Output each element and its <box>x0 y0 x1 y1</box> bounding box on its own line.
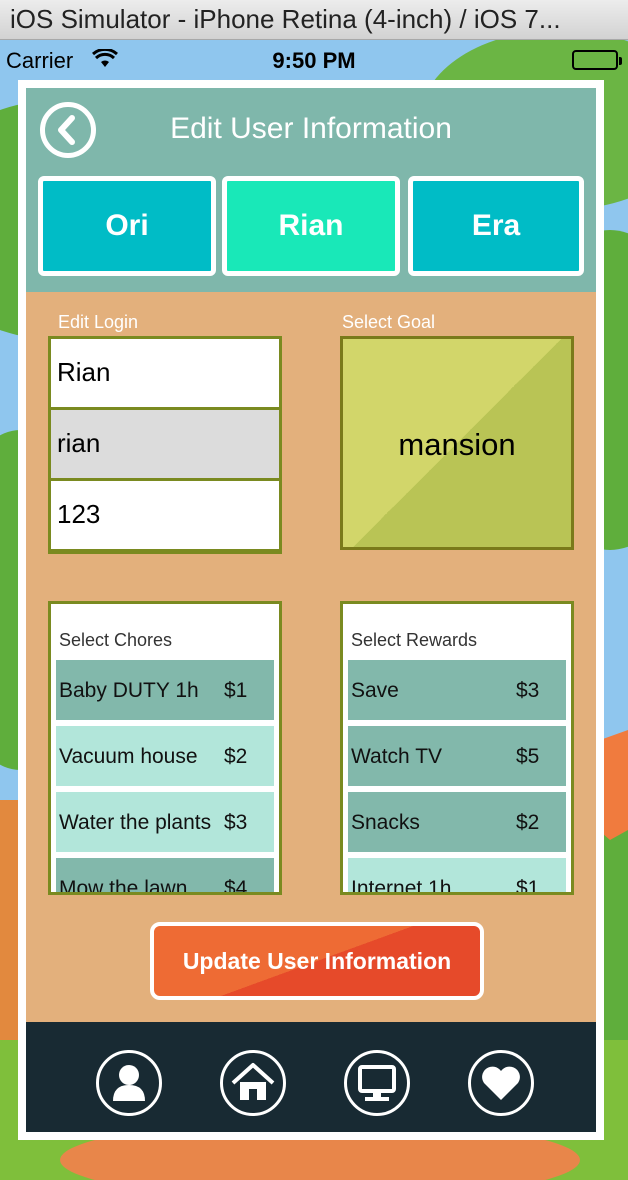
chore-price: $1 <box>224 679 248 702</box>
reward-row[interactable]: Snacks $2 <box>348 792 566 852</box>
goal-value: mansion <box>398 427 516 462</box>
edit-login-label: Edit Login <box>58 312 139 332</box>
select-goal-label: Select Goal <box>342 312 436 332</box>
reward-price: $5 <box>516 745 540 768</box>
page-title: Edit User Information <box>170 112 452 145</box>
chore-row[interactable]: Water the plants $3 <box>56 792 274 852</box>
chore-row[interactable]: Vacuum house $2 <box>56 726 274 786</box>
simulator-title-bar: iOS Simulator - iPhone Retina (4-inch) /… <box>0 0 628 40</box>
panel-content: Edit User Information Ori Rian Era Edit … <box>26 88 596 1132</box>
simulator-title: iOS Simulator - iPhone Retina (4-inch) /… <box>10 4 561 34</box>
nav-computer-button[interactable] <box>344 1050 410 1116</box>
reward-price: $3 <box>516 679 540 702</box>
nav-home-button[interactable] <box>220 1050 286 1116</box>
chore-name: Water the plants <box>59 811 212 834</box>
user-tab-rian[interactable]: Rian <box>222 176 400 276</box>
status-bar: Carrier 9:50 PM <box>0 40 628 80</box>
login-fields: Rian rian 123 <box>48 336 282 554</box>
reward-row[interactable]: Save $3 <box>348 660 566 720</box>
edit-user-panel: Edit User Information Ori Rian Era Edit … <box>18 80 604 1140</box>
nav-profile-button[interactable] <box>96 1050 162 1116</box>
battery-icon <box>572 50 622 70</box>
user-tab-era[interactable]: Era <box>408 176 584 276</box>
chore-price: $3 <box>224 811 248 834</box>
reward-price: $1 <box>516 877 540 895</box>
chores-list[interactable]: Select Chores Baby DUTY 1h $1 Vacuum hou… <box>48 601 282 895</box>
chore-price: $2 <box>224 745 248 768</box>
reward-name: Watch TV <box>351 745 443 768</box>
chore-price: $4 <box>224 877 248 895</box>
rewards-list[interactable]: Select Rewards Save $3 Watch TV $5 Snack… <box>340 601 574 895</box>
reward-row[interactable]: Watch TV $5 <box>348 726 566 786</box>
update-user-button[interactable]: Update User Information <box>150 922 484 1000</box>
home-icon <box>231 1063 275 1100</box>
profile-icon <box>113 1065 145 1101</box>
name-field[interactable]: Rian <box>51 339 279 407</box>
chore-name: Vacuum house <box>59 745 198 768</box>
tab-bar <box>26 1022 596 1132</box>
reward-row[interactable]: Internet 1h $1 <box>348 858 566 895</box>
select-chores-label: Select Chores <box>59 630 173 650</box>
username-field[interactable]: rian <box>51 410 279 478</box>
computer-icon <box>358 1065 396 1101</box>
chore-row[interactable]: Mow the lawn $4 <box>56 858 274 895</box>
header: Edit User Information Ori Rian Era <box>26 88 596 292</box>
chore-name: Mow the lawn <box>59 877 188 895</box>
status-time: 9:50 PM <box>272 48 356 73</box>
chore-row[interactable]: Baby DUTY 1h $1 <box>56 660 274 720</box>
reward-name: Save <box>351 679 399 702</box>
chore-name: Baby DUTY 1h <box>59 679 199 702</box>
password-field[interactable]: 123 <box>51 481 279 549</box>
reward-name: Internet 1h <box>351 877 452 895</box>
reward-price: $2 <box>516 811 540 834</box>
user-tab-ori[interactable]: Ori <box>38 176 216 276</box>
select-rewards-label: Select Rewards <box>351 630 478 650</box>
nav-heart-button[interactable] <box>468 1050 534 1116</box>
goal-selector[interactable]: mansion <box>340 336 574 550</box>
reward-name: Snacks <box>351 811 420 834</box>
heart-icon <box>482 1066 520 1100</box>
